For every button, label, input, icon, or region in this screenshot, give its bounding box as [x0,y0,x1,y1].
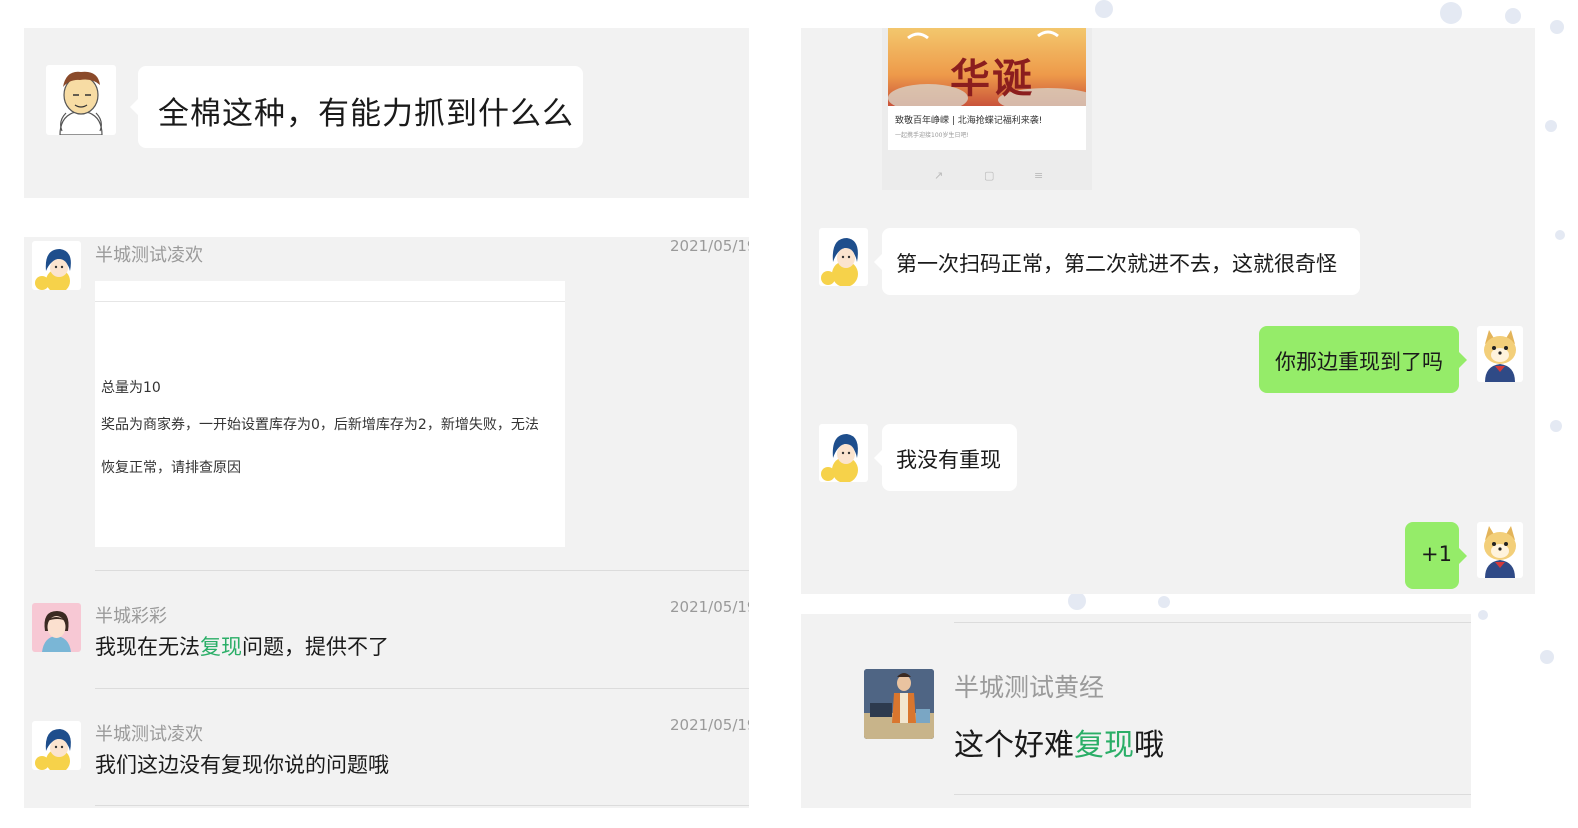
chat-panel-4: 半城测试黄经 这个好难复现哦 [801,614,1471,808]
shiba-dog-avatar[interactable] [1477,522,1523,578]
highlighted-keyword: 复现 [200,635,242,659]
message-bubble[interactable]: 我没有重现 [874,424,1017,491]
message-bubble[interactable]: +1 [1405,522,1467,589]
screenshot-line-2: 奖品为商家券，一开始设置库存为0，后新增库存为2，新增失败，无法 [101,417,539,433]
article-poster-image: 华诞 [888,28,1086,106]
article-caption-area: 致敬百年峥嵘 | 北海抢蝶记福利来袭! 一起携手迎接100岁生日吧! [888,106,1086,150]
sender-name: 半城测试黄经 [954,673,1105,702]
girl-avatar[interactable] [819,424,868,482]
chat-panel-3: 华诞 致敬百年峥嵘 | 北海抢蝶记福利来袭! 一起携手迎接100岁生日吧! ↗ … [801,28,1535,594]
message-text: 第一次扫码正常，第二次就进不去，这就很奇怪 [896,252,1337,276]
message-text: 我没有重现 [896,448,1001,472]
chat-panel-2: 半城测试凌欢 2021/05/19 总量为10 奖品为商家券，一开始设置库存为0… [24,237,749,808]
shared-article-card[interactable]: 华诞 致敬百年峥嵘 | 北海抢蝶记福利来袭! 一起携手迎接100岁生日吧! ↗ … [882,28,1092,190]
girl-avatar[interactable] [32,241,81,290]
message-text: 全棉这种，有能力抓到什么么 [158,96,574,132]
message-text[interactable]: 这个好难复现哦 [954,720,1164,764]
message-text: 你那边重现到了吗 [1275,350,1443,374]
favorite-icon[interactable]: ▢ [984,169,994,182]
message-bubble[interactable]: 第一次扫码正常，第二次就进不去，这就很奇怪 [874,228,1360,295]
message-bubble[interactable]: 全棉这种，有能力抓到什么么 [130,66,583,148]
message-divider [95,688,749,689]
screenshot-divider [95,301,565,302]
message-text: +1 [1421,542,1452,566]
highlighted-keyword: 复现 [1074,728,1134,763]
girl-avatar[interactable] [819,228,868,286]
shared-screenshot[interactable]: 总量为10 奖品为商家券，一开始设置库存为0，后新增库存为2，新增失败，无法 恢… [95,281,565,547]
article-subcaption: 一起携手迎接100岁生日吧! [895,132,969,139]
message-time: 2021/05/19 [670,237,749,255]
message-text-part: 问题，提供不了 [242,635,389,659]
sender-name: 半城测试凌欢 [95,245,203,266]
message-text[interactable]: 我们这边没有复现你说的问题哦 [95,749,389,779]
message-text[interactable]: 我现在无法复现问题，提供不了 [95,631,389,661]
woman-avatar[interactable] [32,603,81,652]
man-illustration-avatar[interactable] [864,669,934,739]
screenshot-line-1: 总量为10 [101,380,161,396]
message-bubble[interactable]: 你那边重现到了吗 [1259,326,1467,393]
message-divider [954,622,1471,623]
message-divider [954,794,1471,795]
sender-name: 半城彩彩 [95,606,167,627]
message-text-part: 哦 [1134,728,1164,763]
message-time: 2021/05/19 [670,598,749,616]
chat-panel-1: 全棉这种，有能力抓到什么么 [24,28,749,198]
message-divider [95,805,749,806]
article-caption: 致敬百年峥嵘 | 北海抢蝶记福利来袭! [895,116,1043,126]
message-text-part: 这个好难 [954,728,1074,763]
share-icon[interactable]: ↗ [934,169,943,182]
screenshot-line-3: 恢复正常，请排查原因 [101,460,241,476]
more-icon[interactable]: ≡ [1034,169,1043,182]
message-text-part: 我现在无法 [95,635,200,659]
cartoon-man-avatar[interactable] [46,65,116,135]
shiba-dog-avatar[interactable] [1477,326,1523,382]
sender-name: 半城测试凌欢 [95,724,203,745]
message-divider [95,570,749,571]
message-time: 2021/05/19 [670,716,749,734]
poster-title: 华诞 [950,55,1034,102]
girl-avatar[interactable] [32,721,81,770]
